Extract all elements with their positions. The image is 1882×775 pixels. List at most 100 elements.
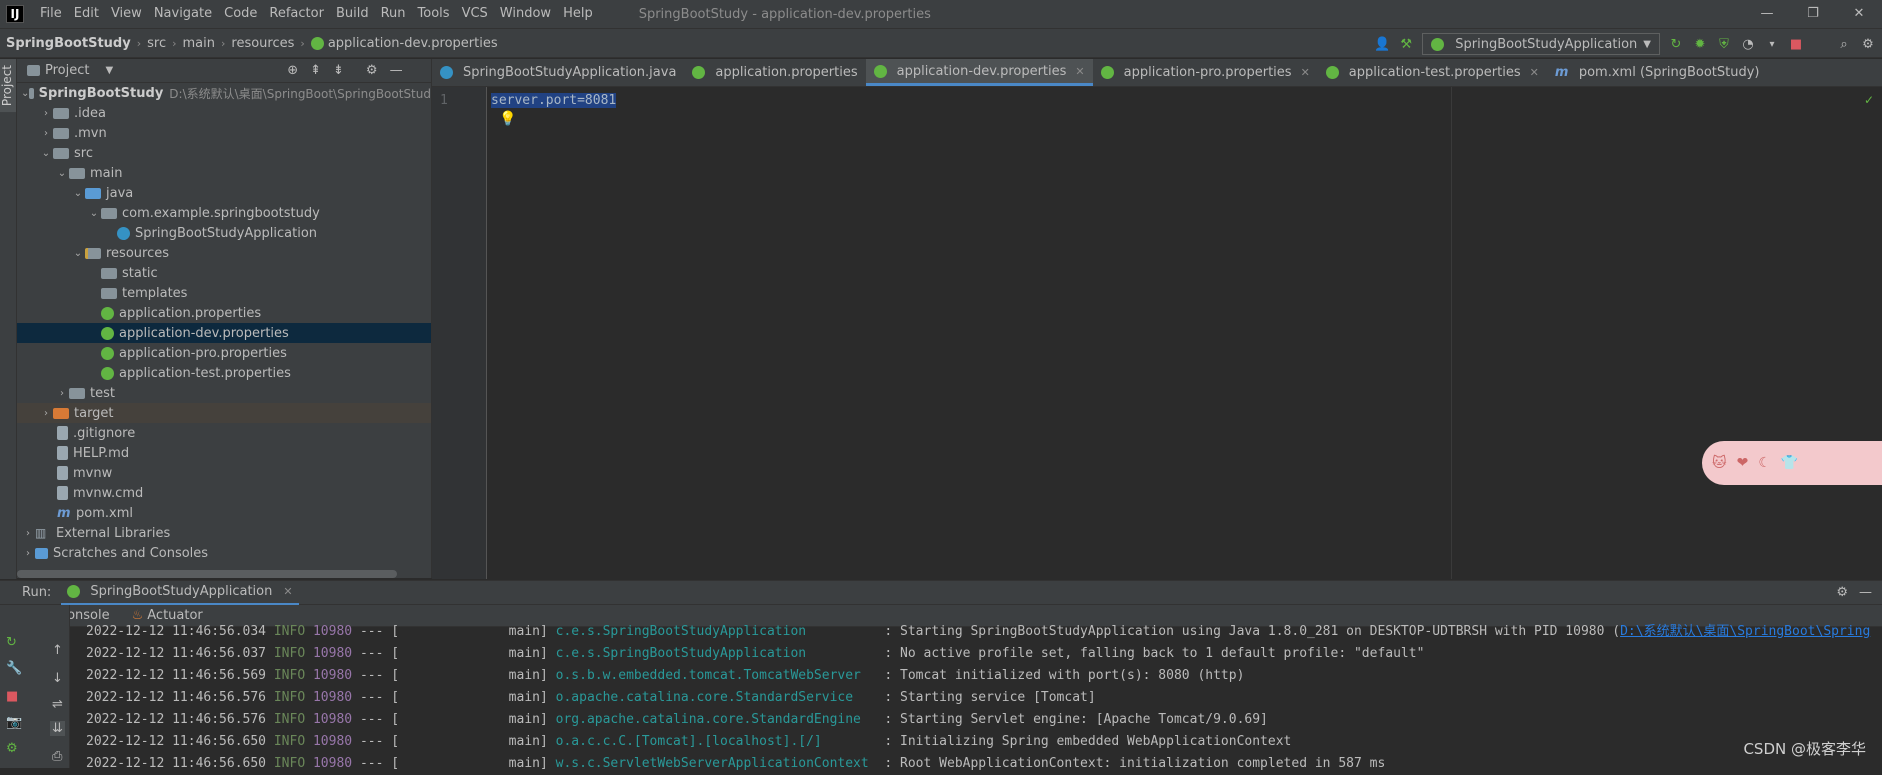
menu-window[interactable]: Window [494,0,557,28]
chevron-down-icon[interactable]: ⌄ [87,208,101,219]
menu-navigate[interactable]: Navigate [148,0,218,28]
restore-icon[interactable]: ❐ [1790,0,1836,28]
tree-item-pom[interactable]: m pom.xml [17,503,431,523]
tab-application-test-properties[interactable]: application-test.properties ✕ [1318,59,1547,86]
build-hammer-icon[interactable]: ⚒ [1398,36,1414,52]
tree-item-resources[interactable]: ⌄ resources [17,243,431,263]
tab-application-pro-properties[interactable]: application-pro.properties ✕ [1093,59,1318,86]
code-line[interactable]: server.port=8081 [491,93,617,108]
close-tab-icon[interactable]: ✕ [1301,66,1310,79]
print-icon[interactable]: ⎙ [52,749,62,764]
up-arrow-icon[interactable]: ↑ [52,643,63,658]
minimize-icon[interactable]: — [1744,0,1790,28]
coverage-icon[interactable]: ⛨ [1716,36,1732,52]
chevron-down-icon[interactable]: ⌄ [71,248,85,259]
soft-wrap-icon[interactable]: ⇌ [52,697,63,712]
search-icon[interactable]: ⌕ [1836,36,1852,52]
close-icon[interactable]: ✕ [1836,0,1882,28]
tree-item-idea[interactable]: › .idea [17,103,431,123]
project-view-select[interactable]: Project [45,63,89,78]
tree-item-application-pro-properties[interactable]: application-pro.properties [17,343,431,363]
wrench-icon[interactable]: 🔧 [6,661,22,676]
tree-item-scratches[interactable]: › Scratches and Consoles [17,543,431,563]
chevron-down-icon[interactable]: ⌄ [55,168,69,179]
locate-icon[interactable]: ⊕ [287,63,298,78]
tree-item-application-test-properties[interactable]: application-test.properties [17,363,431,383]
camera-icon[interactable]: 📷 [6,715,22,730]
tab-application-properties[interactable]: application.properties [684,59,865,86]
tree-item-templates[interactable]: templates [17,283,431,303]
tree-item-mvn[interactable]: › .mvn [17,123,431,143]
more-run-icon[interactable]: ▾ [1764,36,1780,52]
breadcrumb-project[interactable]: SpringBootStudy [6,36,131,51]
tree-item-root[interactable]: ⌄ SpringBootStudy D:\系统默认\桌面\SpringBoot\… [17,83,431,103]
close-tab-icon[interactable]: ✕ [1530,66,1539,79]
chevron-right-icon[interactable]: › [21,548,35,559]
tree-item-package[interactable]: ⌄ com.example.springbootstudy [17,203,431,223]
menu-run[interactable]: Run [375,0,412,28]
run-configuration-select[interactable]: SpringBootStudyApplication ▼ [1422,33,1660,55]
breadcrumb-file[interactable]: application-dev.properties [328,36,498,51]
close-tab-icon[interactable]: ✕ [1075,65,1084,78]
tree-item-target[interactable]: › target [17,403,431,423]
menu-help[interactable]: Help [557,0,599,28]
inspection-ok-icon[interactable]: ✓ [1864,93,1874,107]
stop-icon[interactable]: ■ [1788,36,1804,52]
chevron-down-icon[interactable]: ▼ [105,65,113,76]
tree-item-test[interactable]: › test [17,383,431,403]
settings-gear-icon[interactable]: ⚙ [1860,36,1876,52]
scroll-to-end-icon[interactable]: ⇊ [50,721,65,736]
chevron-down-icon[interactable]: ⌄ [39,148,53,159]
tree-item-main-class[interactable]: SpringBootStudyApplication [17,223,431,243]
settings-gear-icon[interactable]: ⚙ [1836,585,1848,600]
console-link[interactable]: D:\系统默认\桌面\SpringBoot\Spring [1620,624,1870,639]
menu-build[interactable]: Build [330,0,375,28]
tree-item-gitignore[interactable]: .gitignore [17,423,431,443]
chevron-right-icon[interactable]: › [21,528,35,539]
tab-springbootstudyapplication-java[interactable]: SpringBootStudyApplication.java [432,59,684,86]
run-config-tab[interactable]: SpringBootStudyApplication ✕ [61,581,299,605]
tree-item-application-properties[interactable]: application.properties [17,303,431,323]
tree-item-application-dev-properties[interactable]: application-dev.properties [17,323,431,343]
chevron-down-icon[interactable]: ⌄ [71,188,85,199]
pin-icon[interactable]: ⚙ [6,741,18,756]
profiler-icon[interactable]: ◔ [1740,36,1756,52]
menu-refactor[interactable]: Refactor [263,0,330,28]
stop-icon[interactable]: ■ [6,689,18,704]
rerun-icon[interactable]: ↻ [1668,36,1684,52]
down-arrow-icon[interactable]: ↓ [52,671,63,686]
tree-item-mvnw[interactable]: mvnw [17,463,431,483]
tree-item-help-md[interactable]: HELP.md [17,443,431,463]
close-tab-icon[interactable]: ✕ [283,585,292,598]
selected-code[interactable]: server.port=8081 [491,93,617,108]
chevron-right-icon[interactable]: › [39,408,53,419]
debug-icon[interactable]: ✹ [1692,36,1708,52]
expand-all-icon[interactable]: ⇟ [333,63,344,78]
hide-icon[interactable]: — [390,63,403,78]
chevron-right-icon[interactable]: › [55,388,69,399]
menu-vcs[interactable]: VCS [456,0,494,28]
chevron-right-icon[interactable]: › [39,108,53,119]
breadcrumb-src[interactable]: src [147,36,166,51]
tree-item-main[interactable]: ⌄ main [17,163,431,183]
rerun-icon[interactable]: ↻ [6,635,17,650]
tree-item-src[interactable]: ⌄ src [17,143,431,163]
tree-item-java[interactable]: ⌄ java [17,183,431,203]
menu-edit[interactable]: Edit [68,0,105,28]
tab-pom-xml[interactable]: m pom.xml (SpringBootStudy) [1547,59,1768,86]
gear-icon[interactable]: ⚙ [366,63,378,78]
chevron-right-icon[interactable]: › [39,128,53,139]
tree-item-mvnw-cmd[interactable]: mvnw.cmd [17,483,431,503]
breadcrumb-main[interactable]: main [183,36,215,51]
tab-application-dev-properties[interactable]: application-dev.properties ✕ [865,59,1093,86]
collapse-all-icon[interactable]: ⇞ [310,63,321,78]
tree-item-external-libraries[interactable]: › ▥ External Libraries [17,523,431,543]
lightbulb-icon[interactable]: 💡 [499,111,516,127]
horizontal-scrollbar[interactable] [17,570,397,578]
project-tool-button[interactable]: Project [0,59,16,113]
user-icon[interactable]: 👤 [1374,36,1390,52]
breadcrumb-resources[interactable]: resources [231,36,294,51]
tree-item-static[interactable]: static [17,263,431,283]
menu-tools[interactable]: Tools [412,0,456,28]
chevron-down-icon[interactable]: ⌄ [21,88,29,99]
